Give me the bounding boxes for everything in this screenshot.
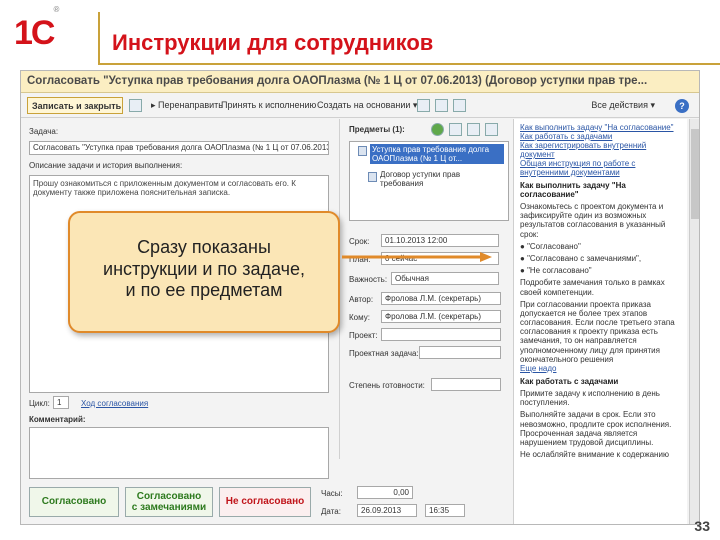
progress-label: Степень готовности: <box>349 381 425 390</box>
subjects-tree: Уступка прав требования долга ОАОПлазма … <box>349 141 509 221</box>
slide-title: Инструкции для сотрудников <box>112 30 434 55</box>
toolbar: Записать и закрыть ▸ Перенаправить Приня… <box>21 94 699 118</box>
description-label: Описание задачи и история выполнения: <box>29 161 183 170</box>
help-link-approval[interactable]: Как выполнить задачу "На согласование" <box>520 123 681 132</box>
progress-field[interactable] <box>431 378 501 391</box>
file-icon[interactable] <box>435 99 448 112</box>
project-task-label: Проектная задача: <box>349 349 419 358</box>
accept-button[interactable]: Принять к исполнению <box>217 97 320 114</box>
task-label: Задача: <box>29 127 59 136</box>
hours-label: Часы: <box>321 489 343 498</box>
approved-with-remarks-button[interactable]: Согласовано с замечаниями <box>125 487 213 517</box>
help-link-general[interactable]: Общая инструкция по работе с внутренними… <box>520 159 681 177</box>
approved-remarks-line2: с замечаниями <box>131 502 207 513</box>
approved-button[interactable]: Согласовано <box>29 487 119 517</box>
callout-line: Сразу показаны <box>137 237 271 257</box>
help-panel: Как выполнить задачу "На согласование" К… <box>513 119 687 524</box>
help-link-register-doc[interactable]: Как зарегистрировать внутренний документ <box>520 141 681 159</box>
help-text: Выполняйте задачи в срок. Если это невоз… <box>520 410 672 447</box>
author-field[interactable]: Фролова Л.М. (секретарь) <box>381 292 501 305</box>
help-text: Ознакомьтесь с проектом документа и зафи… <box>520 202 666 239</box>
callout-line: инструкции и по задаче, <box>103 258 305 279</box>
help-more-link[interactable]: Еще надо <box>520 364 681 373</box>
attachment-icon[interactable] <box>453 99 466 112</box>
date-field[interactable]: 26.09.2013 <box>357 504 417 517</box>
callout-box: Сразу показаны инструкции и по задаче, и… <box>68 211 340 333</box>
history-link[interactable]: Ход согласования <box>81 399 148 408</box>
help-text: Подробите замечания только в рамках свое… <box>520 278 665 297</box>
importance-field[interactable]: Обычная <box>391 272 499 285</box>
help-bullet: ● "Не согласовано" <box>520 266 592 276</box>
help-icon[interactable]: ? <box>675 99 689 113</box>
hours-field[interactable]: 0,00 <box>357 486 413 499</box>
not-approved-button[interactable]: Не согласовано <box>219 487 311 517</box>
page-number: 33 <box>694 518 710 534</box>
help-bullet: ● "Согласовано" <box>520 241 581 251</box>
help-bullet: ● "Согласовано с замечаниями", <box>520 253 642 263</box>
cycle-label: Цикл: <box>29 399 50 408</box>
due-field[interactable]: 01.10.2013 12:00 <box>381 234 499 247</box>
project-label: Проект: <box>349 331 378 340</box>
task-field[interactable]: Согласовать "Уступка прав требования дол… <box>29 141 329 155</box>
comment-field[interactable] <box>29 427 329 479</box>
delete-icon[interactable] <box>485 123 498 136</box>
header-divider-horizontal <box>98 63 720 65</box>
subjects-label: Предметы (1): <box>349 125 405 134</box>
copy-icon[interactable] <box>449 123 462 136</box>
to-field[interactable]: Фролова Л.М. (секретарь) <box>381 310 501 323</box>
header-divider-vertical <box>98 12 100 64</box>
print-icon[interactable] <box>417 99 430 112</box>
to-label: Кому: <box>349 313 370 322</box>
project-field[interactable] <box>381 328 501 341</box>
cycle-field[interactable]: 1 <box>53 396 69 409</box>
help-heading-approval: Как выполнить задачу "На согласование" <box>520 181 626 199</box>
callout-arrow <box>342 252 492 262</box>
approved-remarks-line1: Согласовано <box>136 491 202 502</box>
window-title: Согласовать "Уступка прав требования дол… <box>21 71 699 93</box>
due-label: Срок: <box>349 237 370 246</box>
description-text: Прошу ознакомиться с приложенным докумен… <box>33 179 296 197</box>
save-close-button[interactable]: Записать и закрыть <box>27 97 123 114</box>
date-label: Дата: <box>321 507 341 516</box>
help-text: Не ослабляйте внимание к содержанию <box>520 450 669 460</box>
help-link-tasks[interactable]: Как работать с задачами <box>520 132 681 141</box>
create-based-button[interactable]: Создать на основании ▾ <box>313 97 421 114</box>
edit-icon[interactable] <box>467 123 480 136</box>
slide-header: 1С® Инструкции для сотрудников <box>0 0 720 66</box>
project-task-field[interactable] <box>419 346 501 359</box>
help-heading-tasks: Как работать с задачами <box>520 377 619 386</box>
help-text: Примите задачу к исполнению в день посту… <box>520 389 660 408</box>
document-icon <box>358 146 367 156</box>
save-icon[interactable] <box>129 99 142 112</box>
callout-line: и по ее предметам <box>125 280 283 301</box>
contract-icon <box>368 172 377 182</box>
subject-item-selected[interactable]: Уступка прав требования долга ОАОПлазма … <box>370 144 504 164</box>
author-label: Автор: <box>349 295 374 304</box>
forward-button[interactable]: ▸ Перенаправить <box>147 97 227 114</box>
importance-label: Важность: <box>349 275 388 284</box>
comment-label: Комментарий: <box>29 415 86 424</box>
subject-item[interactable]: Договор уступки прав требования <box>380 170 500 188</box>
all-actions-menu[interactable]: Все действия ▾ <box>587 97 659 114</box>
time-field[interactable]: 16:35 <box>425 504 465 517</box>
help-scrollbar[interactable] <box>689 119 699 524</box>
scroll-thumb[interactable] <box>691 129 699 219</box>
help-text: При согласовании проекта приказа допуска… <box>520 299 675 364</box>
add-icon[interactable] <box>431 123 444 136</box>
1c-logo: 1С® <box>14 4 59 52</box>
